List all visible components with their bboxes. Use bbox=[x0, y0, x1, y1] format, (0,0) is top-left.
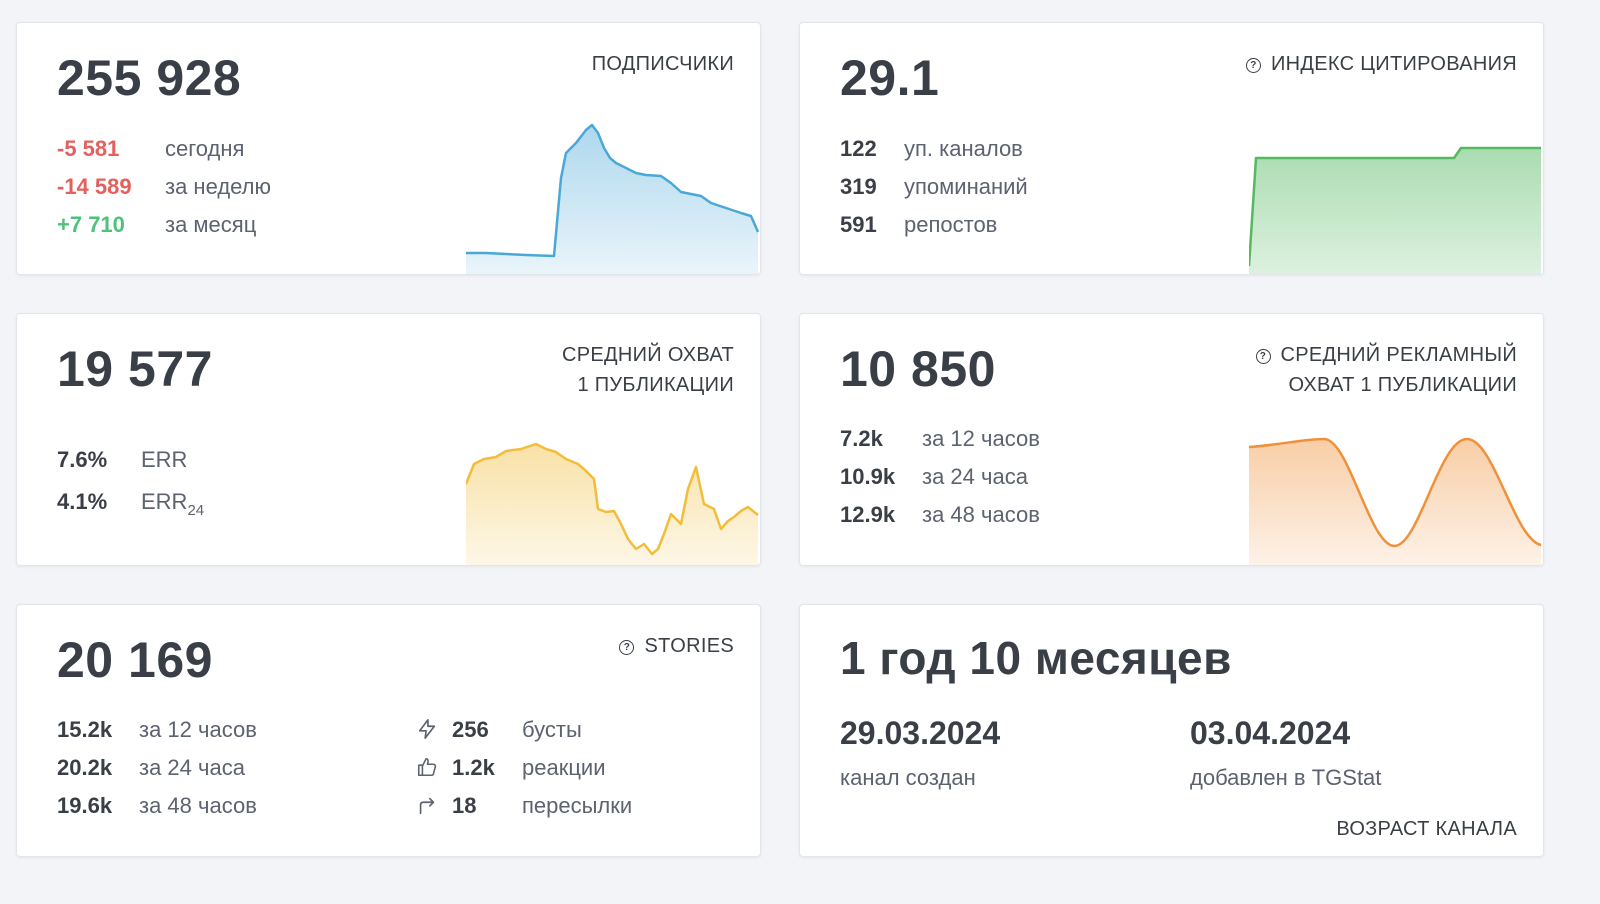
citation-reposts-row: 591 репостов bbox=[840, 206, 997, 244]
ad-reach-title-line1: СРЕДНИЙ РЕКЛАМНЫЙ bbox=[1280, 344, 1517, 366]
ad-reach-24h-label: за 24 часа bbox=[922, 464, 1028, 489]
ad-reach-24h-row: 10.9k за 24 часа bbox=[840, 458, 1028, 496]
reach-err24-label: ERR bbox=[141, 489, 188, 514]
ad-reach-48h-row: 12.9k за 48 часов bbox=[840, 496, 1040, 534]
ad-reach-sparkline bbox=[1249, 437, 1542, 565]
citation-reposts-label: репостов bbox=[904, 212, 998, 237]
stories-24h-row: 20.2k за 24 часа bbox=[57, 749, 245, 787]
stories-boosts-value: 256 bbox=[452, 717, 489, 742]
citation-area bbox=[1249, 148, 1541, 274]
stories-12h-label: за 12 часов bbox=[139, 717, 257, 742]
stories-48h-row: 19.6k за 48 часов bbox=[57, 787, 257, 825]
stories-forwards-row: 18 пересылки bbox=[416, 787, 632, 825]
stories-48h-value: 19.6k bbox=[57, 793, 113, 818]
subscribers-month-value: +7 710 bbox=[57, 212, 125, 237]
citation-mentions-label: упоминаний bbox=[904, 174, 1028, 199]
reach-value: 19 577 bbox=[57, 341, 213, 397]
channel-age-value: 1 год 10 месяцев bbox=[840, 632, 1232, 684]
help-icon[interactable]: ? bbox=[1245, 58, 1261, 73]
stories-48h-label: за 48 часов bbox=[139, 793, 257, 818]
thumbs-up-icon bbox=[417, 757, 437, 777]
subscribers-week-label: за неделю bbox=[165, 174, 272, 199]
citation-mentions-value: 319 bbox=[840, 174, 877, 199]
ad-reach-24h-value: 10.9k bbox=[840, 464, 896, 489]
stories-12h-row: 15.2k за 12 часов bbox=[57, 711, 257, 749]
stories-boosts-label: бусты bbox=[522, 717, 582, 742]
subscribers-week-value: -14 589 bbox=[57, 174, 132, 199]
reach-err-row: 7.6% ERR bbox=[57, 441, 187, 479]
ad-reach-12h-value: 7.2k bbox=[840, 426, 883, 451]
reach-err24-row: 4.1% ERR24 bbox=[57, 483, 204, 530]
stories-reactions-value: 1.2k bbox=[452, 755, 495, 780]
citation-channels-label: уп. каналов bbox=[904, 136, 1023, 161]
reach-title-line1: СРЕДНИЙ ОХВАТ bbox=[562, 344, 734, 366]
subscribers-month-row: +7 710 за месяц bbox=[57, 206, 256, 244]
citation-card[interactable]: 29.1 ? ИНДЕКС ЦИТИРОВАНИЯ 122 уп. каналов … bbox=[799, 22, 1544, 275]
subscribers-today-row: -5 581 сегодня bbox=[57, 130, 244, 168]
stories-24h-label: за 24 часа bbox=[139, 755, 245, 780]
stories-24h-value: 20.2k bbox=[57, 755, 113, 780]
citation-title: ? ИНДЕКС ЦИТИРОВАНИЯ bbox=[1245, 49, 1517, 79]
reach-err-value: 7.6% bbox=[57, 447, 108, 472]
stories-value: 20 169 bbox=[57, 632, 213, 688]
citation-sparkline bbox=[1249, 146, 1541, 274]
reach-title-line2: 1 ПУБЛИКАЦИИ bbox=[577, 374, 734, 396]
reach-title: СРЕДНИЙ ОХВАТ 1 ПУБЛИКАЦИИ bbox=[562, 340, 734, 400]
ad-reach-title-line2: ОХВАТ 1 ПУБЛИКАЦИИ bbox=[1288, 374, 1517, 396]
created-date: 29.03.2024 bbox=[840, 715, 1001, 751]
subscribers-month-label: за месяц bbox=[165, 212, 257, 237]
added-date: 03.04.2024 bbox=[1190, 715, 1351, 751]
channel-age-title: ВОЗРАСТ КАНАЛА bbox=[1336, 818, 1517, 840]
stories-12h-value: 15.2k bbox=[57, 717, 113, 742]
stories-boosts-row: 256 бусты bbox=[416, 711, 582, 749]
reach-err-label: ERR bbox=[141, 447, 188, 472]
ad-reach-48h-label: за 48 часов bbox=[922, 502, 1040, 527]
citation-index-value: 29.1 bbox=[840, 50, 940, 106]
stories-forwards-label: пересылки bbox=[522, 793, 633, 818]
created-label: канал создан bbox=[840, 765, 976, 790]
ad-reach-title: ? СРЕДНИЙ РЕКЛАМНЫЙ ОХВАТ 1 ПУБЛИКАЦИИ bbox=[1255, 340, 1518, 400]
citation-channels-row: 122 уп. каналов bbox=[840, 130, 1023, 168]
stories-title-text: STORIES bbox=[644, 635, 734, 657]
help-icon[interactable]: ? bbox=[619, 640, 635, 655]
subscribers-count: 255 928 bbox=[57, 50, 242, 106]
reach-sparkline bbox=[466, 442, 759, 565]
subscribers-sparkline bbox=[466, 123, 760, 274]
subscribers-week-row: -14 589 за неделю bbox=[57, 168, 271, 206]
stories-reactions-row: 1.2k реакции bbox=[416, 749, 606, 787]
subscribers-today-value: -5 581 bbox=[57, 136, 120, 161]
subscribers-card[interactable]: 255 928 ПОДПИСЧИКИ -5 581 сегодня -14 589… bbox=[16, 22, 761, 275]
citation-reposts-value: 591 bbox=[840, 212, 877, 237]
ad-reach-12h-label: за 12 часов bbox=[922, 426, 1040, 451]
subscribers-area bbox=[466, 125, 758, 274]
help-icon[interactable]: ? bbox=[1255, 349, 1271, 364]
stories-card[interactable]: 20 169 ? STORIES 15.2k за 12 часов 20.2k за… bbox=[16, 604, 761, 857]
forward-arrow-icon bbox=[419, 797, 435, 815]
ad-reach-12h-row: 7.2k за 12 часов bbox=[840, 420, 1040, 458]
citation-title-text: ИНДЕКС ЦИТИРОВАНИЯ bbox=[1270, 53, 1517, 75]
lightning-icon bbox=[418, 719, 436, 739]
reach-err24-value: 4.1% bbox=[57, 489, 108, 514]
ad-reach-48h-value: 12.9k bbox=[840, 502, 896, 527]
reach-err24-subscript: 24 bbox=[187, 502, 205, 519]
stories-forwards-value: 18 bbox=[452, 793, 477, 818]
citation-channels-value: 122 bbox=[840, 136, 877, 161]
stories-title: ? STORIES bbox=[619, 631, 734, 661]
ad-reach-value: 10 850 bbox=[840, 341, 996, 397]
stories-reactions-label: реакции bbox=[522, 755, 606, 780]
citation-mentions-row: 319 упоминаний bbox=[840, 168, 1028, 206]
reach-card[interactable]: 19 577 СРЕДНИЙ ОХВАТ 1 ПУБЛИКАЦИИ 7.6% ER… bbox=[16, 313, 761, 566]
subscribers-today-label: сегодня bbox=[165, 136, 245, 161]
reach-area bbox=[466, 444, 758, 565]
ad-reach-card[interactable]: 10 850 ? СРЕДНИЙ РЕКЛАМНЫЙ ОХВАТ 1 ПУБЛИК… bbox=[799, 313, 1544, 566]
channel-age-card[interactable]: 1 год 10 месяцев 29.03.2024 канал создан… bbox=[799, 604, 1544, 857]
subscribers-title: ПОДПИСЧИКИ bbox=[591, 53, 734, 75]
added-label: добавлен в TGStat bbox=[1190, 765, 1382, 790]
